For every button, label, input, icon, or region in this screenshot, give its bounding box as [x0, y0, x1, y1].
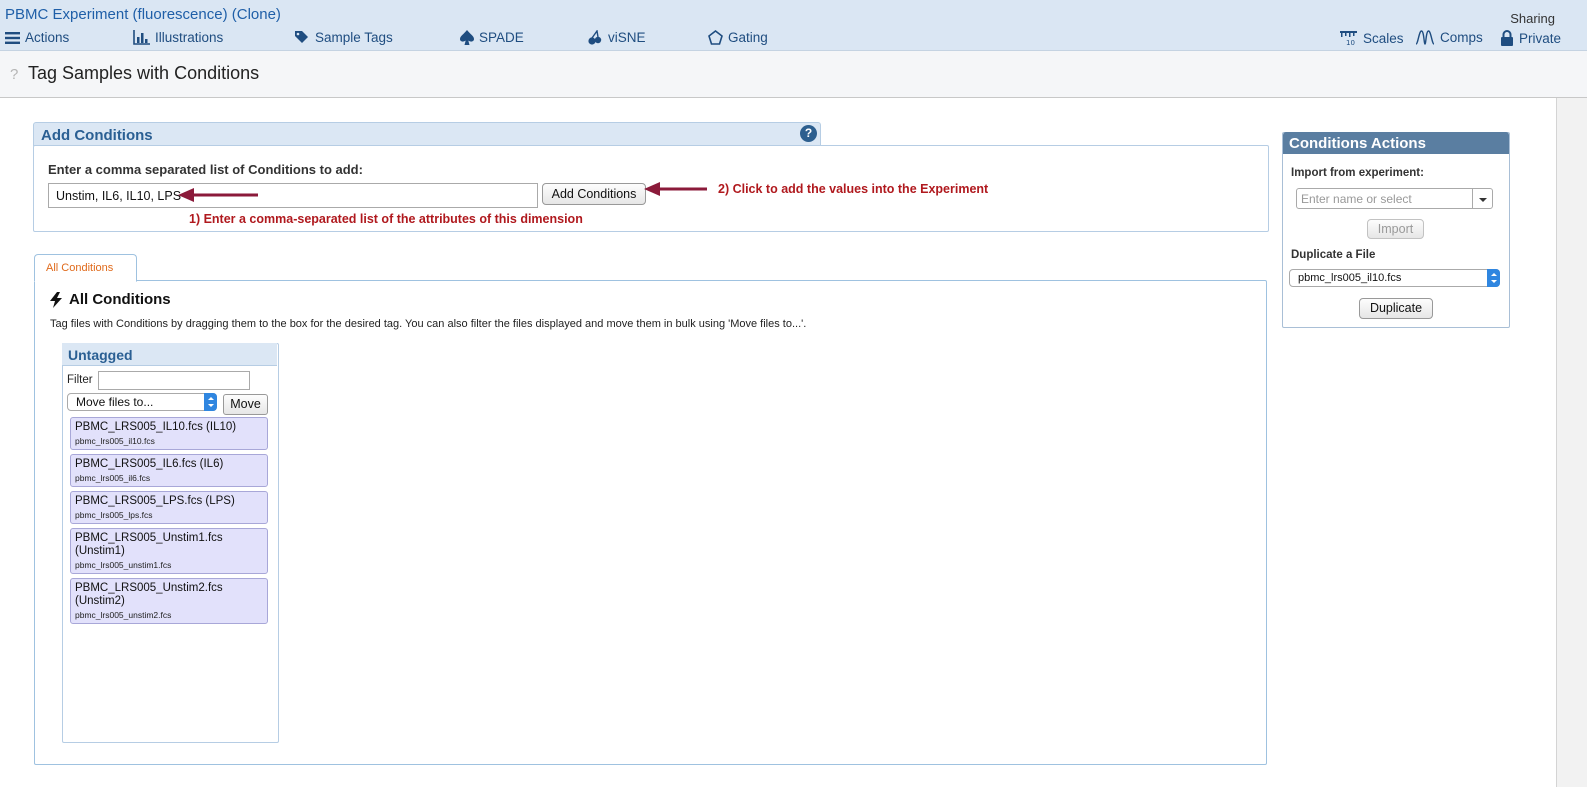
nav-spade-label: SPADE: [479, 30, 524, 45]
spade-icon: [460, 30, 474, 45]
duplicate-label: Duplicate a File: [1291, 249, 1376, 261]
nav-private[interactable]: Private: [1500, 30, 1561, 46]
move-files-select-value: Move files to...: [76, 395, 154, 409]
move-button[interactable]: Move: [223, 394, 268, 415]
page-title: Tag Samples with Conditions: [28, 63, 260, 83]
conditions-prompt: Enter a comma separated list of Conditio…: [48, 162, 363, 177]
cherries-icon: [588, 30, 602, 45]
annotation-step-2: 2) Click to add the values into the Expe…: [718, 182, 989, 196]
nav-sample-tags-label: Sample Tags: [315, 30, 393, 45]
file-card-name: PBMC_LRS005_Unstim2.fcs (Unstim2): [75, 582, 223, 607]
duplicate-file-select[interactable]: pbmc_lrs005_il10.fcs: [1289, 269, 1500, 287]
duplicate-button[interactable]: Duplicate: [1359, 298, 1433, 319]
nav-spade[interactable]: SPADE: [460, 30, 524, 45]
untagged-header: Untagged: [62, 343, 277, 366]
tags-icon: [295, 31, 308, 43]
annotation-arrow-2: [644, 182, 707, 196]
filter-label: Filter: [67, 374, 93, 386]
file-card[interactable]: PBMC_LRS005_LPS.fcs (LPS) pbmc_lrs005_lp…: [70, 491, 268, 524]
nav-gating-label: Gating: [728, 30, 768, 45]
nav-gating[interactable]: Gating: [708, 30, 768, 45]
top-navigation-bar: PBMC Experiment (fluorescence) (Clone) A…: [0, 0, 1587, 51]
file-card-name: PBMC_LRS005_Unstim1.fcs (Unstim1): [75, 532, 223, 557]
nav-visne-label: viSNE: [608, 30, 646, 45]
nav-private-label: Private: [1519, 30, 1562, 46]
filter-input[interactable]: [98, 371, 250, 390]
file-card-name: PBMC_LRS005_IL6.fcs (IL6): [75, 458, 224, 470]
svg-text:10: 10: [1346, 39, 1355, 46]
file-card-name: PBMC_LRS005_LPS.fcs (LPS): [75, 495, 235, 507]
bar-chart-icon: [133, 30, 150, 45]
help-question-icon[interactable]: ?: [10, 66, 18, 83]
import-placeholder: Enter name or select: [1301, 192, 1412, 206]
menu-icon: [5, 31, 20, 44]
duplicate-file-select-value: pbmc_lrs005_il10.fcs: [1298, 272, 1402, 284]
nav-scales-label: Scales: [1363, 30, 1404, 46]
import-label: Import from experiment:: [1291, 167, 1424, 179]
annotation-arrow-1: [178, 188, 258, 202]
experiment-title[interactable]: PBMC Experiment (fluorescence) (Clone): [5, 6, 281, 23]
file-card-filename: pbmc_lrs005_unstim1.fcs: [75, 560, 172, 570]
ruler-icon: 10: [1340, 31, 1357, 46]
annotation-step-1: 1) Enter a comma-separated list of the a…: [189, 212, 583, 226]
conditions-actions-title: Conditions Actions: [1289, 135, 1426, 152]
select-arrows-icon: [1487, 269, 1500, 287]
add-conditions-title: Add Conditions: [41, 127, 153, 144]
tab-all-conditions[interactable]: All Conditions: [34, 254, 137, 282]
chevron-down-icon[interactable]: [1472, 189, 1492, 208]
file-card-filename: pbmc_lrs005_lps.fcs: [75, 510, 153, 520]
pentagon-icon: [708, 30, 723, 45]
file-card[interactable]: PBMC_LRS005_IL6.fcs (IL6) pbmc_lrs005_il…: [70, 454, 268, 487]
nav-scales[interactable]: 10 Scales: [1340, 30, 1404, 46]
import-button[interactable]: Import: [1367, 219, 1424, 239]
add-conditions-header: Add Conditions ?: [33, 122, 821, 146]
nav-illustrations-label: Illustrations: [155, 30, 224, 45]
all-conditions-title: All Conditions: [69, 291, 171, 308]
file-card-filename: pbmc_lrs005_il6.fcs: [75, 473, 151, 483]
conditions-input[interactable]: [48, 183, 538, 208]
file-card-filename: pbmc_lrs005_il10.fcs: [75, 436, 155, 446]
lock-icon: [1501, 30, 1513, 46]
nav-actions[interactable]: Actions: [5, 30, 69, 45]
all-conditions-description: Tag files with Conditions by dragging th…: [50, 318, 807, 330]
all-conditions-heading: All Conditions: [49, 291, 171, 308]
nav-comps[interactable]: Comps: [1415, 30, 1483, 45]
page-title-bar: ? Tag Samples with Conditions: [0, 51, 1587, 98]
right-scroll-rail[interactable]: [1556, 98, 1587, 787]
nav-comps-label: Comps: [1440, 30, 1483, 45]
nav-actions-label: Actions: [25, 30, 70, 45]
peaks-icon: [1415, 30, 1435, 45]
tab-all-conditions-label: All Conditions: [46, 262, 114, 274]
file-card[interactable]: PBMC_LRS005_IL10.fcs (IL10) pbmc_lrs005_…: [70, 417, 268, 450]
file-card-filename: pbmc_lrs005_unstim2.fcs: [75, 610, 172, 620]
move-files-select[interactable]: Move files to...: [67, 393, 217, 411]
untagged-title: Untagged: [68, 347, 133, 363]
nav-visne[interactable]: viSNE: [587, 30, 646, 45]
file-card-name: PBMC_LRS005_IL10.fcs (IL10): [75, 421, 237, 433]
help-circle-icon[interactable]: ?: [800, 125, 817, 142]
file-card[interactable]: PBMC_LRS005_Unstim2.fcs (Unstim2) pbmc_l…: [70, 578, 268, 624]
nav-sample-tags[interactable]: Sample Tags: [294, 30, 393, 45]
nav-illustrations[interactable]: Illustrations: [133, 30, 223, 45]
import-experiment-combobox[interactable]: Enter name or select: [1296, 188, 1493, 209]
sharing-label: Sharing: [1510, 11, 1555, 26]
add-conditions-button[interactable]: Add Conditions: [542, 183, 646, 205]
file-card[interactable]: PBMC_LRS005_Unstim1.fcs (Unstim1) pbmc_l…: [70, 528, 268, 574]
select-arrows-icon: [204, 393, 217, 411]
bolt-icon: [50, 291, 62, 308]
conditions-actions-header: Conditions Actions: [1283, 132, 1509, 154]
